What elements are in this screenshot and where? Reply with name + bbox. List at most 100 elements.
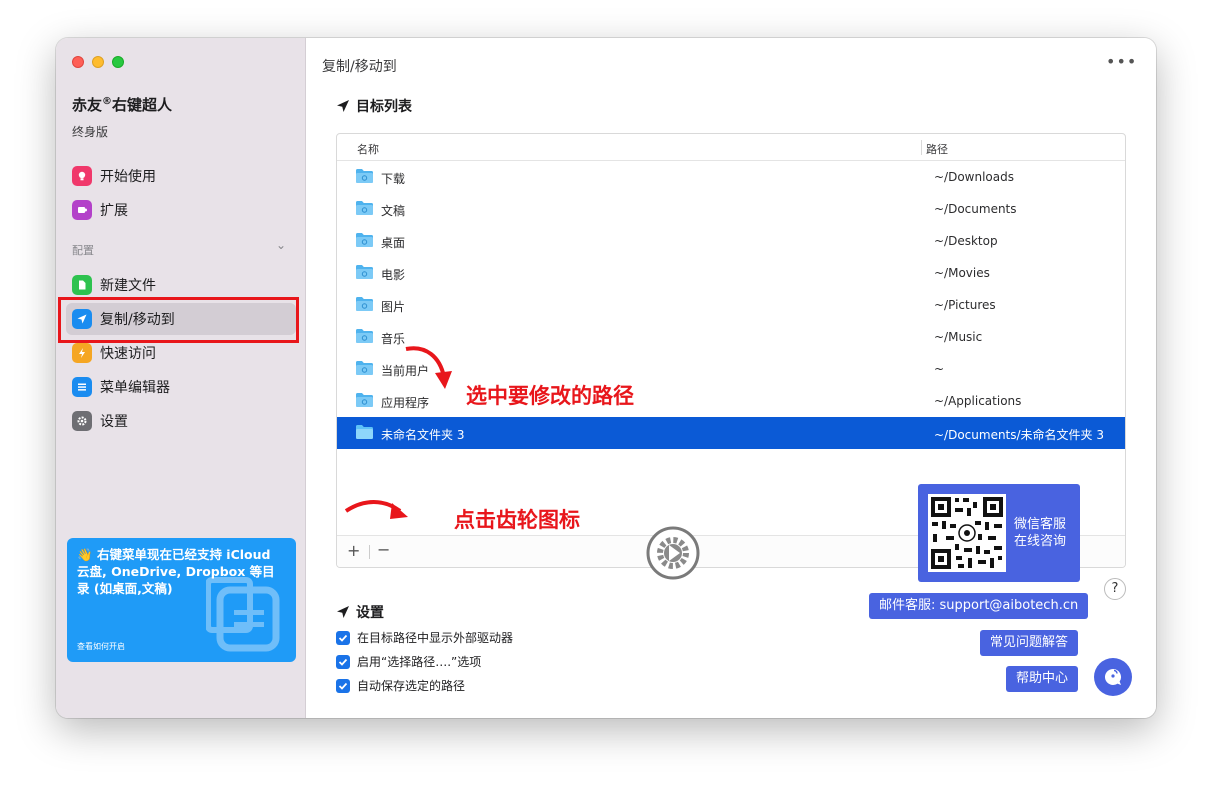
gear-icon[interactable] [646,526,700,580]
row-path: ~ [934,362,945,376]
sidebar-item-label: 扩展 [100,203,128,219]
table-row[interactable]: 下载 ~/Downloads [337,161,1125,193]
wechat-support-text: 微信客服 在线咨询 [1014,517,1067,549]
promo-banner[interactable]: 👋 右键菜单现在已经支持 iCloud 云盘, OneDrive, Dropbo… [67,538,296,662]
add-button[interactable]: + [347,541,360,560]
close-window-button[interactable] [72,56,84,68]
option-enable-choose-path[interactable]: 启用“选择路径….”选项 [336,653,481,670]
paper-plane-icon [337,100,349,112]
table-body: 下载 ~/Downloads 文稿 ~/Documents 桌面 ~/Desktop 电影 ~… [337,161,1125,449]
settings-heading: 设置 [336,602,384,622]
qr-code-icon [928,494,1006,572]
table-row[interactable]: 音乐 ~/Music [337,321,1125,353]
documents-folder-icon [356,201,373,215]
chat-icon[interactable] [1094,658,1132,696]
row-path: ~/Desktop [934,234,998,248]
target-list-heading: 目标列表 [336,96,412,116]
sidebar-item-label: 快速访问 [100,346,156,362]
sidebar-item-label: 菜单编辑器 [100,380,170,396]
more-options-icon[interactable]: ••• [1106,52,1137,71]
wechat-support-card[interactable]: 微信客服 在线咨询 [918,484,1080,582]
checkbox-checked-icon[interactable] [336,654,350,669]
row-name: 应用程序 [381,396,430,410]
option-show-external-drives[interactable]: 在目标路径中显示外部驱动器 [336,629,513,646]
help-center-button[interactable]: 帮助中心 [1006,666,1079,692]
sidebar-item-label: 新建文件 [100,278,156,294]
option-label: 启用“选择路径….”选项 [357,655,482,669]
lightbulb-icon [72,166,92,186]
checkbox-checked-icon[interactable] [336,678,350,693]
music-folder-icon [356,329,373,343]
row-path: ~/Pictures [934,298,996,312]
highlight-box [58,297,299,343]
column-header-path[interactable]: 路径 [926,141,948,157]
page-title: 复制/移动到 [322,59,397,75]
row-path: ~/Documents/未命名文件夹 3 [934,428,1105,442]
sidebar-item-settings[interactable]: 设置 [66,405,296,437]
option-autosave-path[interactable]: 自动保存选定的路径 [336,677,465,694]
row-path: ~/Downloads [934,170,1014,184]
lightning-icon [72,343,92,363]
sidebar: 赤友®右键超人 终身版 开始使用 扩展 配置 ⌄ 新建文件 复制/移动到 快速访… [56,38,306,718]
desktop-folder-icon [356,233,373,247]
sidebar-item-menu-editor[interactable]: 菜单编辑器 [66,371,296,403]
annotation-select-path: 选中要修改的路径 [466,384,634,408]
sidebar-item-label: 设置 [100,414,128,430]
row-name: 下载 [381,172,406,186]
row-name: 文稿 [381,204,406,218]
option-label: 在目标路径中显示外部驱动器 [357,631,514,645]
column-divider[interactable] [921,140,922,155]
sidebar-item-extensions[interactable]: 扩展 [66,194,296,226]
minimize-window-button[interactable] [92,56,104,68]
table-row[interactable]: 图片 ~/Pictures [337,289,1125,321]
main-content: 复制/移动到 ••• 目标列表 名称 路径 下载 ~/Downloads 文稿 ~/D… [306,38,1156,718]
table-row[interactable]: 未命名文件夹 3 ~/Documents/未命名文件夹 3 [337,417,1125,449]
promo-link[interactable]: 查看如何开启 [77,641,125,652]
table-row[interactable]: 电影 ~/Movies [337,257,1125,289]
curved-arrow-icon [405,346,452,389]
folder-icon [356,425,373,439]
checkbox-checked-icon[interactable] [336,630,350,645]
table-row[interactable]: 当前用户 ~ [337,353,1125,385]
faq-button[interactable]: 常见问题解答 [980,630,1079,656]
window-controls [72,56,124,68]
table-row[interactable]: 桌面 ~/Desktop [337,225,1125,257]
app-name: 赤友®右键超人 [72,96,173,114]
table-header: 名称 路径 [337,134,1125,161]
sidebar-item-label: 开始使用 [100,169,156,185]
list-icon [72,377,92,397]
help-icon[interactable]: ? [1104,578,1126,600]
maximize-window-button[interactable] [112,56,124,68]
table-row[interactable]: 文稿 ~/Documents [337,193,1125,225]
section-label-config: 配置 [72,244,94,257]
gear-icon [72,411,92,431]
curved-arrow-icon [344,500,408,519]
row-path: ~/Music [934,330,983,344]
footer-divider [369,545,370,559]
row-path: ~/Movies [934,266,990,280]
download-folder-icon [356,169,373,183]
pictures-folder-icon [356,297,373,311]
option-label: 自动保存选定的路径 [357,679,466,693]
new-file-icon [72,275,92,295]
app-edition: 终身版 [72,125,109,139]
app-window: 赤友®右键超人 终身版 开始使用 扩展 配置 ⌄ 新建文件 复制/移动到 快速访… [56,38,1156,718]
table-row[interactable]: 应用程序 ~/Applications [337,385,1125,417]
email-support-button[interactable]: 邮件客服: support@aibotech.cn [869,593,1089,619]
promo-text: 👋 右键菜单现在已经支持 iCloud 云盘, OneDrive, Dropbo… [77,547,275,596]
row-name: 电影 [381,268,406,282]
annotation-click-gear: 点击齿轮图标 [454,508,580,532]
chevron-down-icon[interactable]: ⌄ [276,238,286,252]
row-path: ~/Documents [934,202,1017,216]
applications-folder-icon [356,393,373,407]
remove-button[interactable]: − [377,540,390,559]
row-name: 未命名文件夹 3 [381,428,465,442]
row-name: 图片 [381,300,406,314]
column-header-name[interactable]: 名称 [357,141,379,157]
row-name: 桌面 [381,236,406,250]
puzzle-icon [72,200,92,220]
row-path: ~/Applications [934,394,1022,408]
sidebar-item-getting-started[interactable]: 开始使用 [66,160,296,192]
paper-plane-icon [337,606,349,618]
home-folder-icon [356,361,373,375]
